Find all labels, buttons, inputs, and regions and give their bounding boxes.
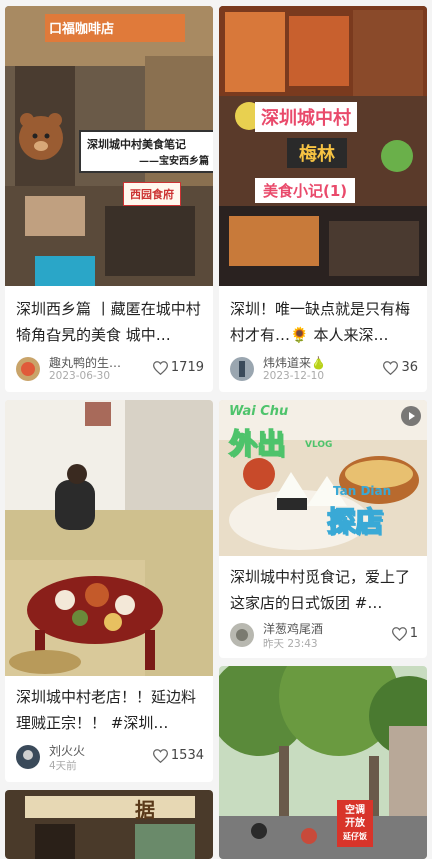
post-date: 4天前 (49, 760, 77, 772)
heart-icon (383, 360, 399, 375)
avatar[interactable] (230, 357, 254, 381)
shop-sign-top: 口福咖啡店 (49, 22, 115, 37)
like-count: 1 (409, 626, 418, 641)
post-author-row: 洋葱鸡尾酒 昨天 23:43 1 (230, 620, 418, 650)
like-button[interactable]: 36 (383, 360, 418, 375)
avatar[interactable] (16, 357, 40, 381)
heart-icon (391, 626, 407, 641)
post-title[interactable]: 深圳！唯一缺点就是只有梅村才有…🌻 本人来深… (230, 296, 418, 348)
post-title[interactable]: 深圳西乡篇 丨藏匿在城中村犄角旮旯的美食 城中… (16, 296, 204, 348)
post-date: 2023-06-30 (49, 370, 111, 382)
like-count: 36 (401, 360, 418, 375)
post-card[interactable]: 据 (5, 790, 213, 859)
author-name[interactable]: 炜炜道来🍐 (263, 354, 326, 371)
overlay-wai-chu-pinyin: Wai Chu (229, 404, 289, 419)
post-thumbnail[interactable]: 深圳城中村美食笔记 ——宝安西乡篇 西园食府 口福咖啡店 (5, 6, 213, 286)
overlay-title-line3: 美食小记(1) (255, 178, 356, 203)
post-date: 2023-12-10 (263, 370, 325, 382)
shopfront-image (5, 790, 213, 859)
like-count: 1534 (170, 748, 204, 763)
post-card[interactable]: 深圳城中村美食笔记 ——宝安西乡篇 西园食府 口福咖啡店 深圳西乡篇 丨藏匿在城… (5, 6, 213, 392)
video-play-icon[interactable] (401, 406, 421, 426)
post-title[interactable]: 深圳城中村觅食记，爱上了这家店的日式饭团 #… (230, 564, 418, 616)
post-thumbnail[interactable]: 据 (5, 790, 213, 859)
shop-sign: 据 (135, 798, 155, 822)
avatar[interactable] (230, 623, 254, 647)
overlay-banner: 深圳城中村美食笔记 ——宝安西乡篇 (79, 130, 213, 173)
overlay-tan-dian-pinyin: Tan Dian (333, 484, 392, 498)
like-count: 1719 (170, 360, 204, 375)
overlay-vlog: VLOG (305, 440, 333, 450)
shop-sign: 空调 开放 延仔饭 (337, 800, 373, 847)
post-author-row: 刘火火 4天前 1534 (16, 742, 204, 772)
restaurant-image (5, 400, 213, 676)
post-card[interactable]: 深圳城中村 梅林 美食小记(1) 深圳！唯一缺点就是只有梅村才有…🌻 本人来深…… (219, 6, 427, 392)
post-card[interactable]: 深圳城中村老店！！延边料理贼正宗！！ #深圳… 刘火火 4天前 1534 (5, 400, 213, 782)
heart-icon (152, 748, 168, 763)
author-name[interactable]: 趣丸鸭的生… (49, 354, 121, 371)
post-thumbnail[interactable]: Wai Chu 外出 VLOG Tan Dian 探店 (219, 400, 427, 556)
shop-sign: 西园食府 (123, 182, 181, 206)
post-date: 昨天 23:43 (263, 638, 318, 650)
post-thumbnail[interactable]: 深圳城中村 梅林 美食小记(1) (219, 6, 427, 286)
post-thumbnail[interactable] (5, 400, 213, 676)
post-card[interactable]: 空调 开放 延仔饭 (219, 666, 427, 859)
tree-lined-street-image (219, 666, 427, 859)
like-button[interactable]: 1 (391, 626, 418, 641)
author-name[interactable]: 洋葱鸡尾酒 (263, 620, 323, 637)
post-card[interactable]: Wai Chu 外出 VLOG Tan Dian 探店 深圳城中村觅食记，爱上了… (219, 400, 427, 658)
like-button[interactable]: 1534 (152, 748, 204, 763)
avatar[interactable] (16, 745, 40, 769)
overlay-wai-chu: 外出 (228, 426, 286, 461)
post-author-row: 炜炜道来🍐 2023-12-10 36 (230, 354, 418, 384)
post-thumbnail[interactable]: 空调 开放 延仔饭 (219, 666, 427, 859)
heart-icon (152, 360, 168, 375)
post-title[interactable]: 深圳城中村老店！！延边料理贼正宗！！ #深圳… (16, 684, 204, 736)
overlay-title-line2: 梅林 (287, 138, 347, 168)
overlay-title-line1: 深圳城中村 (255, 102, 357, 132)
author-name[interactable]: 刘火火 (49, 742, 85, 759)
like-button[interactable]: 1719 (152, 360, 204, 375)
post-author-row: 趣丸鸭的生… 2023-06-30 1719 (16, 354, 204, 384)
overlay-tan-dian: 探店 (326, 504, 384, 539)
